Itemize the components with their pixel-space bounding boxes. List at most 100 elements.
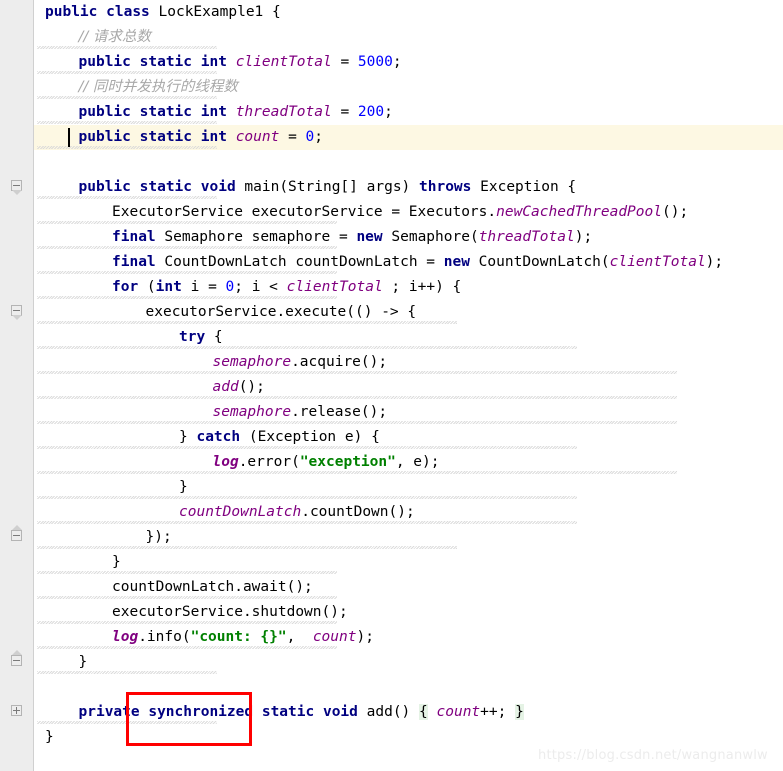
code-token: 5000 [357,54,393,70]
indent-guide [37,471,677,474]
code-token: new [356,229,383,245]
code-token: public [78,129,131,145]
code-token: int [200,104,227,120]
code-token: { [419,704,428,720]
indent-guide [37,346,577,349]
code-token: clientTotal [235,54,332,70]
code-line[interactable] [0,675,783,700]
code-token: CountDownLatch( [469,254,610,270]
code-token: { [263,4,281,20]
indent-guide [37,596,337,599]
code-token: synchronized [148,704,254,720]
code-token: , e); [395,454,440,470]
code-token: .error( [238,454,300,470]
code-editor[interactable]: public class LockExample1 {// 请求总数 public… [0,0,783,771]
code-token: int [155,279,182,295]
code-token: ; [392,54,402,70]
code-token: final [112,229,156,245]
indent-guide [37,46,217,49]
code-token: "count: {}" [190,629,287,645]
fold-arrow-icon [12,525,22,530]
code-token: count [235,129,280,145]
code-token: static [139,54,193,70]
indent-guide [37,671,217,674]
code-token: 0 [305,129,315,145]
code-token: threadTotal [235,104,332,120]
code-token: .acquire(); [291,354,388,370]
fold-arrow-icon [12,190,22,195]
code-line[interactable] [0,150,783,175]
code-token: (Exception e) { [240,429,380,445]
code-token: ; [384,104,393,120]
fold-rail-line [33,0,34,771]
code-token: clientTotal [286,279,383,295]
indent-guide [37,71,217,74]
indent-guide [37,221,337,224]
fold-collapse-icon[interactable] [11,525,24,543]
code-token: semaphore [212,404,292,420]
code-token: Semaphore semaphore = [155,229,357,245]
fold-arrow-icon [12,650,22,655]
code-token: throws [419,179,472,195]
code-token: void [200,179,236,195]
code-token: class [106,4,150,20]
indent-guide [37,321,457,324]
fold-expand-icon[interactable] [11,705,24,718]
code-token: .info( [138,629,191,645]
code-token: = [279,129,306,145]
indent-guide [37,396,677,399]
fold-collapse-icon[interactable] [11,305,24,320]
code-token: LockExample1 [158,4,264,20]
text-caret [67,128,70,147]
watermark-text: https://blog.csdn.net/wangnanwlw [538,748,768,763]
code-token: semaphore [212,354,292,370]
code-token: catch [196,429,241,445]
indent-guide [37,371,677,374]
code-token: ( [138,279,156,295]
minus-icon [13,185,20,186]
code-token: add [366,704,393,720]
code-token: ; [314,129,324,145]
plus-icon [16,707,17,714]
code-line-text: public class LockExample1 { [45,0,281,25]
code-token: { [205,329,223,345]
indent-guide [37,96,217,99]
code-token: ); [356,629,374,645]
code-line[interactable]: public class LockExample1 { [0,0,783,25]
code-content[interactable]: public class LockExample1 {// 请求总数 public… [0,0,783,771]
code-token: try [179,329,206,345]
fold-collapse-icon[interactable] [11,650,24,668]
code-token: count [436,704,481,720]
code-token: ; i++) { [382,279,462,295]
indent-guide [37,296,337,299]
indent-guide [37,571,337,574]
code-token: // 同时并发执行的线程数 [78,79,238,95]
code-token: for [112,279,139,295]
indent-guide [37,146,217,149]
code-token: int [200,54,227,70]
indent-guide [37,196,217,199]
code-token: static [139,179,193,195]
code-token: countDownLatch [179,504,302,520]
minus-icon [13,660,20,661]
fold-collapse-icon[interactable] [11,180,24,195]
code-token: = [331,104,358,120]
minus-icon [13,310,20,311]
code-token: (String[] args) [279,179,420,195]
code-token: (); [661,204,689,220]
code-token: } [78,654,88,670]
code-line[interactable]: } [0,725,783,750]
code-token: Semaphore( [382,229,479,245]
